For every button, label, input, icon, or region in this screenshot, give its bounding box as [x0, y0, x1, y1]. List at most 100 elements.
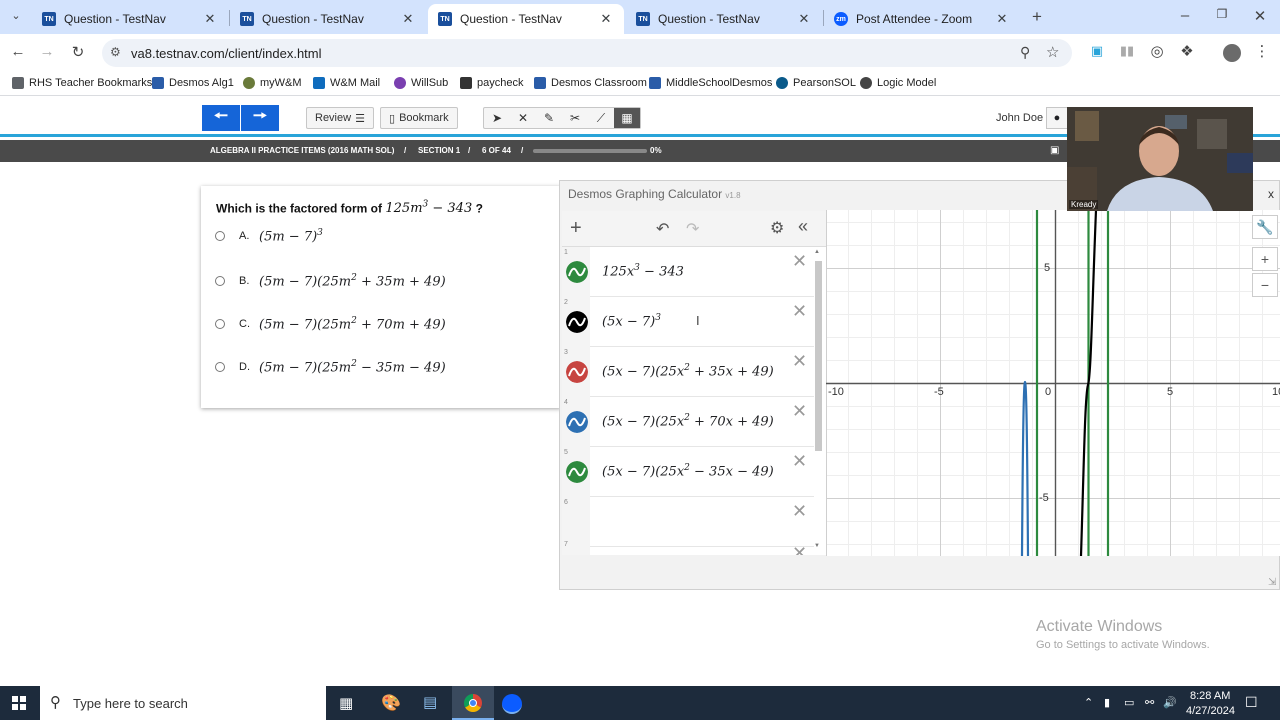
site-info-icon[interactable]: ⚙	[110, 45, 121, 59]
delete-expression-icon[interactable]: ✕	[792, 501, 807, 522]
notifications-icon[interactable]: ☐	[1245, 694, 1258, 711]
extension-icon[interactable]: ▣	[1087, 43, 1107, 59]
delete-expression-icon[interactable]: ✕	[792, 543, 807, 555]
graph-visibility-icon[interactable]	[566, 261, 588, 283]
graph-visibility-icon[interactable]	[566, 361, 588, 383]
graph-visibility-icon[interactable]	[566, 311, 588, 333]
reload-icon[interactable]: ↻	[68, 43, 88, 61]
close-tab-icon[interactable]: ✕	[202, 11, 218, 27]
review-button[interactable]: Review ☰	[306, 107, 374, 129]
radio-button[interactable]	[215, 319, 225, 330]
chrome-app-icon[interactable]	[452, 686, 494, 720]
close-tab-icon[interactable]: ✕	[796, 11, 812, 27]
delete-expression-icon[interactable]: ✕	[792, 401, 807, 422]
close-tab-icon[interactable]: ✕	[598, 11, 614, 27]
forward-arrow-icon[interactable]: →	[37, 43, 57, 60]
browser-tab-1[interactable]: TN Question - TestNav ✕	[32, 4, 228, 34]
zoom-in-button[interactable]: +	[1252, 247, 1278, 271]
taskbar-date[interactable]: 4/27/2024	[1186, 705, 1235, 717]
redo-icon[interactable]: ↷	[686, 219, 699, 239]
zoom-out-button[interactable]: −	[1252, 273, 1278, 297]
profile-avatar[interactable]	[1223, 44, 1241, 62]
desmos-title[interactable]: Desmos Graphing Calculator v1.8	[568, 187, 741, 201]
answer-option-b[interactable]: B. (5m − 7)(25m2 + 35m + 49)	[215, 273, 446, 289]
wifi-icon[interactable]: ⚯	[1145, 696, 1154, 709]
volume-icon[interactable]: 🔊	[1163, 696, 1177, 709]
graph-visibility-icon[interactable]	[566, 461, 588, 483]
expression-latex[interactable]: (5x − 7)3	[602, 313, 661, 329]
graph-paper[interactable]: -10 -5 0 5 10 5 -5	[826, 210, 1280, 556]
expression-list-scrollbar[interactable]: ▲ ▼	[814, 249, 823, 553]
radio-button[interactable]	[215, 362, 225, 373]
close-tab-icon[interactable]: ✕	[994, 11, 1010, 27]
expression-latex[interactable]: (5x − 7)(25x2 + 70x + 49)	[602, 413, 774, 429]
expression-row-4[interactable]: 4 (5x − 7)(25x2 + 70x + 49) ✕	[562, 397, 814, 447]
close-calculator-icon[interactable]: x	[1268, 187, 1274, 201]
expression-row-1[interactable]: 1 125x3 − 343 ✕	[562, 247, 814, 297]
browser-tab-3-active[interactable]: TN Question - TestNav ✕	[428, 4, 624, 34]
taskbar-time[interactable]: 8:28 AM	[1190, 690, 1230, 702]
restore-window-icon[interactable]: ❐	[1212, 7, 1232, 21]
zoom-magnifier-icon[interactable]: ⚲	[1020, 44, 1030, 61]
paint-app-icon[interactable]: 🎨	[381, 693, 401, 713]
pointer-tool-icon[interactable]: ➤	[484, 108, 510, 128]
delete-expression-icon[interactable]: ✕	[792, 251, 807, 272]
notepad-app-icon[interactable]: ▤	[423, 693, 437, 711]
scroll-up-icon[interactable]: ▲	[814, 249, 820, 255]
eliminator-tool-icon[interactable]: ✕	[510, 108, 536, 128]
expression-latex[interactable]: 125x3 − 343	[602, 263, 684, 279]
browser-tab-5[interactable]: zm Post Attendee - Zoom ✕	[824, 4, 1020, 34]
fullscreen-icon[interactable]: ▣	[1050, 145, 1059, 156]
answer-option-a[interactable]: A. (5m − 7)3	[215, 228, 323, 244]
delete-expression-icon[interactable]: ✕	[792, 301, 807, 322]
user-menu-button[interactable]: ●	[1046, 107, 1068, 129]
collapse-list-icon[interactable]: «	[798, 216, 808, 237]
next-question-button[interactable]: 🠖	[241, 105, 279, 131]
expression-latex[interactable]: (5x − 7)(25x2 + 35x + 49)	[602, 363, 774, 379]
expression-latex[interactable]: (5x − 7)(25x2 − 35x − 49)	[602, 463, 774, 479]
calculator-tool-icon[interactable]: ▦	[614, 108, 640, 128]
scroll-down-icon[interactable]: ▼	[814, 543, 820, 549]
bookmark-pearson-sol[interactable]: PearsonSOL	[776, 77, 856, 89]
microphone-icon[interactable]: ▮	[1104, 696, 1110, 709]
expression-row-7[interactable]: 7 ✕	[562, 539, 814, 555]
expression-row-2[interactable]: 2 (5x − 7)3 I ✕	[562, 297, 814, 347]
close-tab-icon[interactable]: ✕	[400, 11, 416, 27]
add-expression-plus-icon[interactable]: +	[570, 217, 582, 240]
address-bar[interactable]: ⚙ va8.testnav.com/client/index.html ⚲ ☆	[102, 39, 1072, 67]
bookmark-button[interactable]: ▯ Bookmark	[380, 107, 458, 129]
bookmark-rhs-teacher[interactable]: RHS Teacher Bookmarks	[12, 77, 152, 89]
browser-menu-icon[interactable]: ⋮	[1252, 42, 1272, 60]
bookmark-mywm[interactable]: myW&M	[243, 77, 302, 89]
reader-icon[interactable]: ▮▮	[1117, 43, 1137, 59]
new-tab-plus-icon[interactable]: +	[1027, 7, 1047, 27]
bookmark-desmos-alg1[interactable]: Desmos Alg1	[152, 77, 234, 89]
highlighter-tool-icon[interactable]: ✎	[536, 108, 562, 128]
answer-option-d[interactable]: D. (5m − 7)(25m2 − 35m − 49)	[215, 359, 446, 375]
desmos-calculator-panel[interactable]: Desmos Graphing Calculator v1.8 x + ↶ ↷ …	[559, 180, 1280, 590]
battery-icon[interactable]: ▭	[1124, 696, 1134, 709]
bookmark-desmos-classroom[interactable]: Desmos Classroom	[534, 77, 647, 89]
browser-tab-2[interactable]: TN Question - TestNav ✕	[230, 4, 426, 34]
bookmark-wm-mail[interactable]: W&M Mail	[313, 77, 380, 89]
graph-settings-wrench-icon[interactable]: 🔧	[1252, 215, 1278, 239]
tab-search-chevron-icon[interactable]: ⌄	[6, 9, 26, 22]
graph-canvas[interactable]	[826, 210, 1280, 556]
expression-row-3[interactable]: 3 (5x − 7)(25x2 + 35x + 49) ✕	[562, 347, 814, 397]
delete-expression-icon[interactable]: ✕	[792, 351, 807, 372]
zoom-app-icon[interactable]	[502, 694, 522, 714]
bookmark-star-icon[interactable]: ☆	[1046, 43, 1059, 61]
line-tool-icon[interactable]: ⟋	[588, 108, 614, 128]
bookmark-logic-model[interactable]: Logic Model	[860, 77, 936, 89]
taskbar-search-box[interactable]: ⚲ Type here to search	[40, 686, 326, 720]
minimize-window-icon[interactable]: –	[1175, 7, 1195, 24]
bookmark-middleschool-desmos[interactable]: MiddleSchoolDesmos	[649, 77, 772, 89]
close-window-icon[interactable]: ✕	[1250, 7, 1270, 25]
settings-gear-icon[interactable]: ⚙	[770, 218, 784, 238]
scroll-thumb[interactable]	[815, 261, 822, 451]
previous-question-button[interactable]: 🠔	[202, 105, 240, 131]
task-view-icon[interactable]: ▦	[339, 694, 353, 712]
windows-start-icon[interactable]	[12, 696, 26, 710]
target-extension-icon[interactable]: ◎	[1147, 42, 1167, 60]
show-hidden-icons-chevron[interactable]: ⌃	[1084, 696, 1093, 709]
